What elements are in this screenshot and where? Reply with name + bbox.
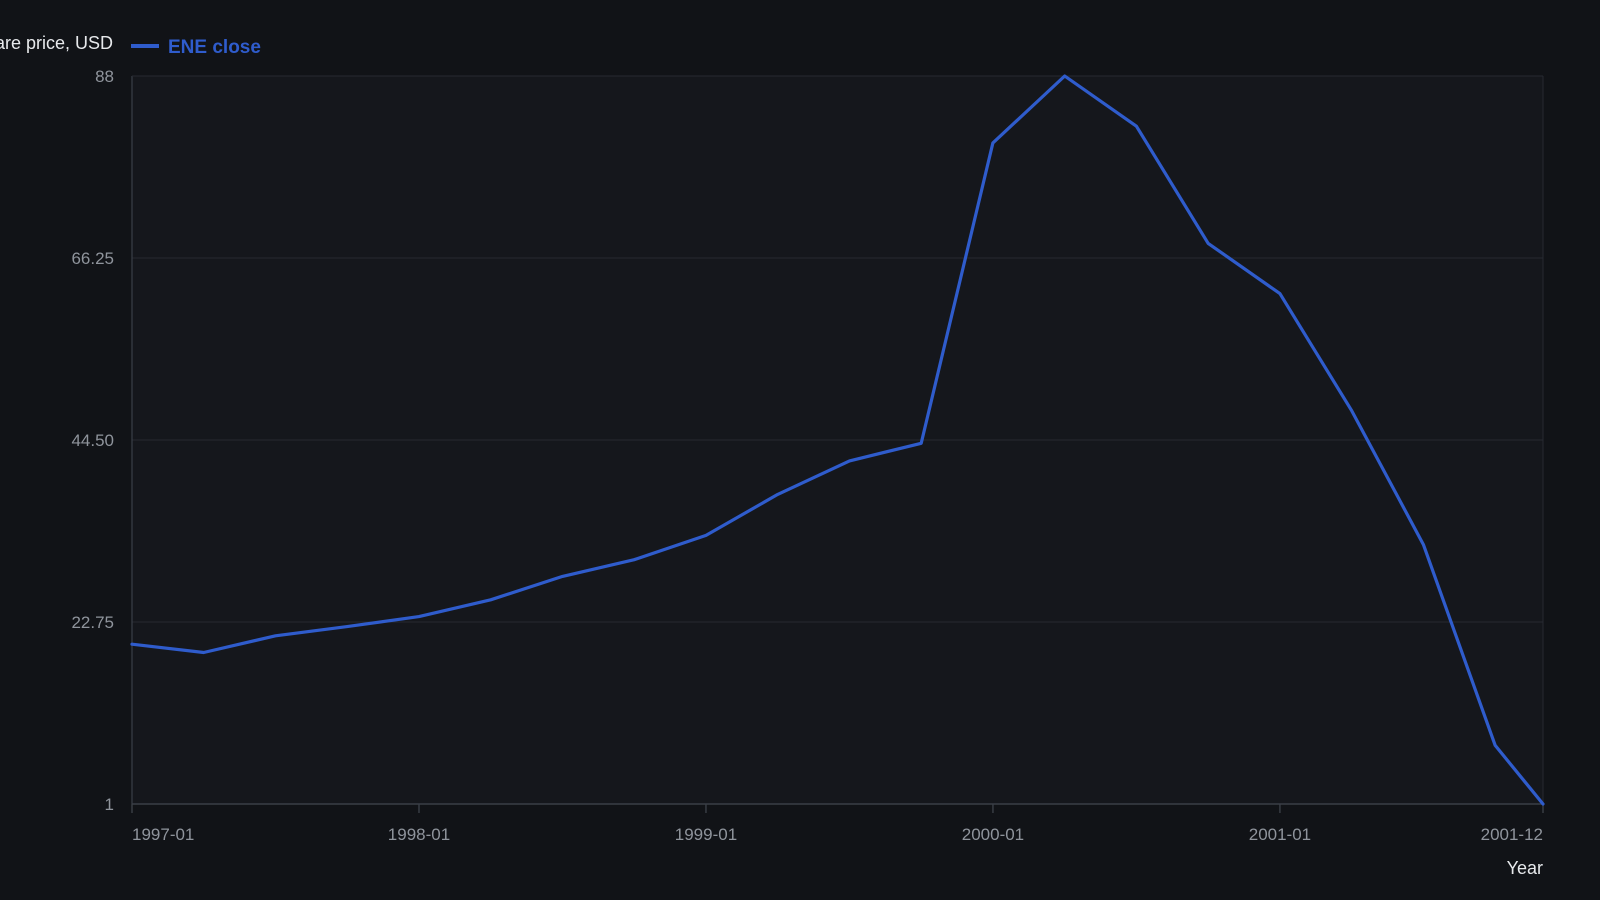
x-tick-label: 2001-12 bbox=[1481, 825, 1543, 844]
y-tick-label: 66.25 bbox=[71, 249, 114, 268]
y-axis-title: Share price, USD bbox=[0, 33, 113, 53]
y-tick-label: 1 bbox=[105, 795, 114, 814]
y-tick-label: 44.50 bbox=[71, 431, 114, 450]
x-tick-label: 2001-01 bbox=[1249, 825, 1311, 844]
x-tick-label: 1997-01 bbox=[132, 825, 194, 844]
chart-container: 1 22.75 44.50 66.25 88 1997-01 1998-01 1999-01 2… bbox=[0, 0, 1600, 900]
line-chart: 1 22.75 44.50 66.25 88 1997-01 1998-01 1999-01 2… bbox=[0, 33, 1545, 878]
x-tick-label: 2000-01 bbox=[962, 825, 1024, 844]
x-tick-label: 1998-01 bbox=[388, 825, 450, 844]
x-axis-title: Year bbox=[1507, 858, 1543, 878]
legend-label-ene-close: ENE close bbox=[168, 37, 261, 58]
x-tick-label: 1999-01 bbox=[675, 825, 737, 844]
y-tick-label: 22.75 bbox=[71, 613, 114, 632]
y-tick-label: 88 bbox=[95, 67, 114, 86]
legend[interactable]: ENE close bbox=[131, 37, 261, 58]
